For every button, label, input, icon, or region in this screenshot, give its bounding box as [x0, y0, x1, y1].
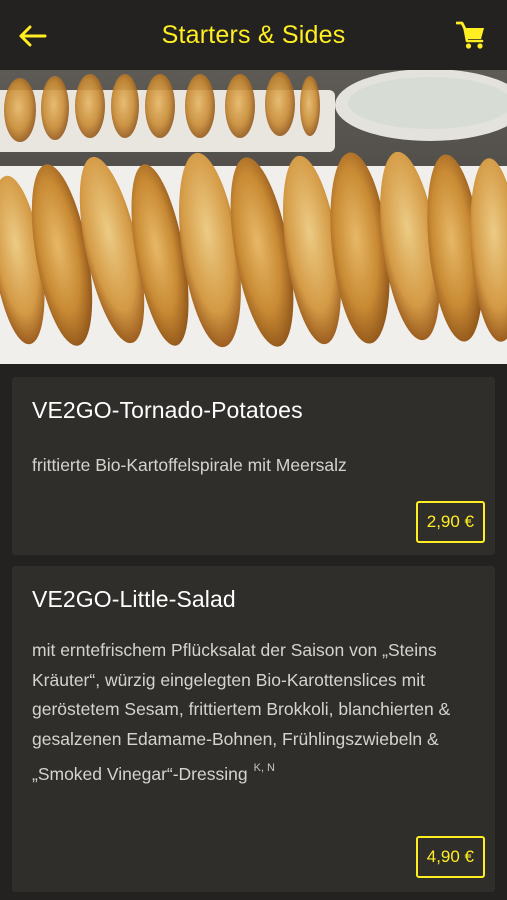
page-title: Starters & Sides [161, 20, 346, 49]
price-button[interactable]: 2,90 € [415, 501, 485, 543]
item-name: VE2GO-Little-Salad [32, 586, 236, 612]
item-description: frittierte Bio-Kartoffelspirale mit Meer… [32, 451, 471, 481]
item-description-text: mit erntefrischem Pflücksalat der Saison… [32, 640, 451, 784]
tornado-potatoes-photo [0, 70, 507, 364]
app-screen: Starters & Sides VE2GO-Tornado-Potatoes … [0, 0, 507, 900]
item-description: mit erntefrischem Pflücksalat der Saison… [32, 636, 471, 790]
cart-button[interactable] [453, 17, 489, 53]
item-description-text: frittierte Bio-Kartoffelspirale mit Meer… [32, 455, 347, 475]
app-header: Starters & Sides [0, 0, 507, 70]
shopping-cart-icon [456, 21, 484, 49]
menu-item-card[interactable]: VE2GO-Tornado-Potatoes frittierte Bio-Ka… [12, 377, 495, 555]
arrow-left-icon [19, 25, 47, 47]
menu-item-card[interactable]: VE2GO-Little-Salad mit erntefrischem Pfl… [12, 566, 495, 892]
allergen-codes: K, N [253, 762, 276, 774]
item-name: VE2GO-Tornado-Potatoes [32, 397, 303, 423]
back-button[interactable] [14, 18, 50, 54]
price-button[interactable]: 4,90 € [415, 836, 485, 878]
hero-image [0, 70, 507, 364]
